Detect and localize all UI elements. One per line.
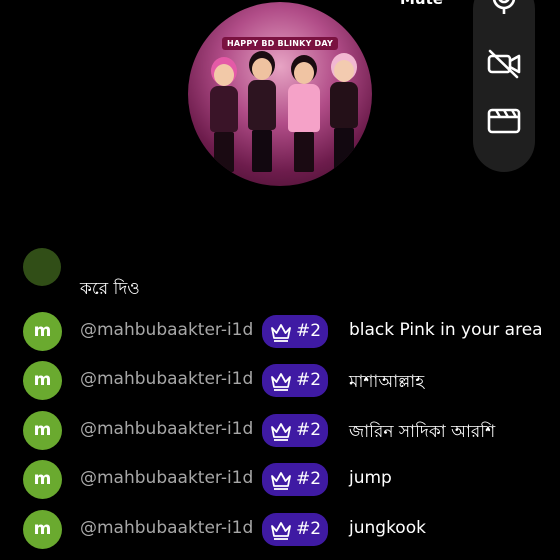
chat-message-row: m @mahbubaakter-i1d #2 black Pink in you… bbox=[0, 310, 560, 354]
microphone-button[interactable] bbox=[486, 0, 522, 20]
clapperboard-button[interactable] bbox=[486, 102, 522, 138]
rank-badge: #2 bbox=[262, 315, 328, 348]
crown-icon bbox=[271, 423, 291, 441]
user-avatar[interactable]: m bbox=[23, 312, 62, 351]
rank-label: #2 bbox=[296, 420, 322, 440]
crown-icon bbox=[271, 472, 291, 490]
crown-icon bbox=[271, 373, 291, 391]
chat-message-row: m @mahbubaakter-i1d #2 মাশাআল্লাহ bbox=[0, 359, 560, 403]
crown-icon bbox=[271, 522, 291, 540]
video-off-button[interactable] bbox=[486, 46, 522, 82]
mute-label[interactable]: Mute bbox=[400, 0, 443, 8]
avatar-figure bbox=[244, 58, 280, 174]
rank-label: #2 bbox=[296, 519, 322, 539]
user-avatar[interactable]: m bbox=[23, 460, 62, 499]
rank-label: #2 bbox=[296, 370, 322, 390]
rank-badge: #2 bbox=[262, 364, 328, 397]
user-avatar bbox=[23, 248, 61, 286]
user-avatar[interactable]: m bbox=[23, 510, 62, 549]
rank-label: #2 bbox=[296, 469, 322, 489]
chat-message-row: m @mahbubaakter-i1d #2 জারিন সাদিকা আরশি bbox=[0, 409, 560, 453]
side-toolbar bbox=[473, 0, 535, 172]
avatar-figure bbox=[206, 64, 242, 174]
stream-avatar[interactable]: HAPPY BD BLINKY DAY bbox=[188, 2, 372, 186]
chat-message-row: m @mahbubaakter-i1d #2 jump bbox=[0, 458, 560, 502]
user-handle[interactable]: @mahbubaakter-i1d bbox=[80, 320, 253, 340]
clapperboard-icon bbox=[487, 108, 521, 134]
chat-message-text: jungkook bbox=[349, 518, 426, 538]
chat-message-text: করে দিও bbox=[80, 279, 140, 299]
chat-message-partial: করে দিও bbox=[0, 248, 560, 302]
video-off-icon bbox=[487, 49, 521, 79]
avatar-banner: HAPPY BD BLINKY DAY bbox=[188, 37, 372, 50]
user-handle[interactable]: @mahbubaakter-i1d bbox=[80, 468, 253, 488]
avatar-figure bbox=[284, 62, 324, 174]
user-avatar[interactable]: m bbox=[23, 361, 62, 400]
chat-message-row: m @mahbubaakter-i1d #2 jungkook bbox=[0, 508, 560, 552]
user-handle[interactable]: @mahbubaakter-i1d bbox=[80, 518, 253, 538]
rank-badge: #2 bbox=[262, 414, 328, 447]
rank-badge: #2 bbox=[262, 463, 328, 496]
rank-label: #2 bbox=[296, 321, 322, 341]
chat-message-text: jump bbox=[349, 468, 392, 488]
microphone-icon bbox=[492, 0, 516, 14]
crown-icon bbox=[271, 324, 291, 342]
chat-message-text: জারিন সাদিকা আরশি bbox=[349, 422, 496, 442]
avatar-banner-text: HAPPY BD BLINKY DAY bbox=[221, 37, 339, 50]
chat-message-text: black Pink in your area bbox=[349, 320, 543, 340]
avatar-figure bbox=[326, 60, 362, 172]
chat-message-text: মাশাআল্লাহ bbox=[349, 372, 425, 392]
user-avatar[interactable]: m bbox=[23, 411, 62, 450]
user-handle[interactable]: @mahbubaakter-i1d bbox=[80, 369, 253, 389]
rank-badge: #2 bbox=[262, 513, 328, 546]
user-handle[interactable]: @mahbubaakter-i1d bbox=[80, 419, 253, 439]
